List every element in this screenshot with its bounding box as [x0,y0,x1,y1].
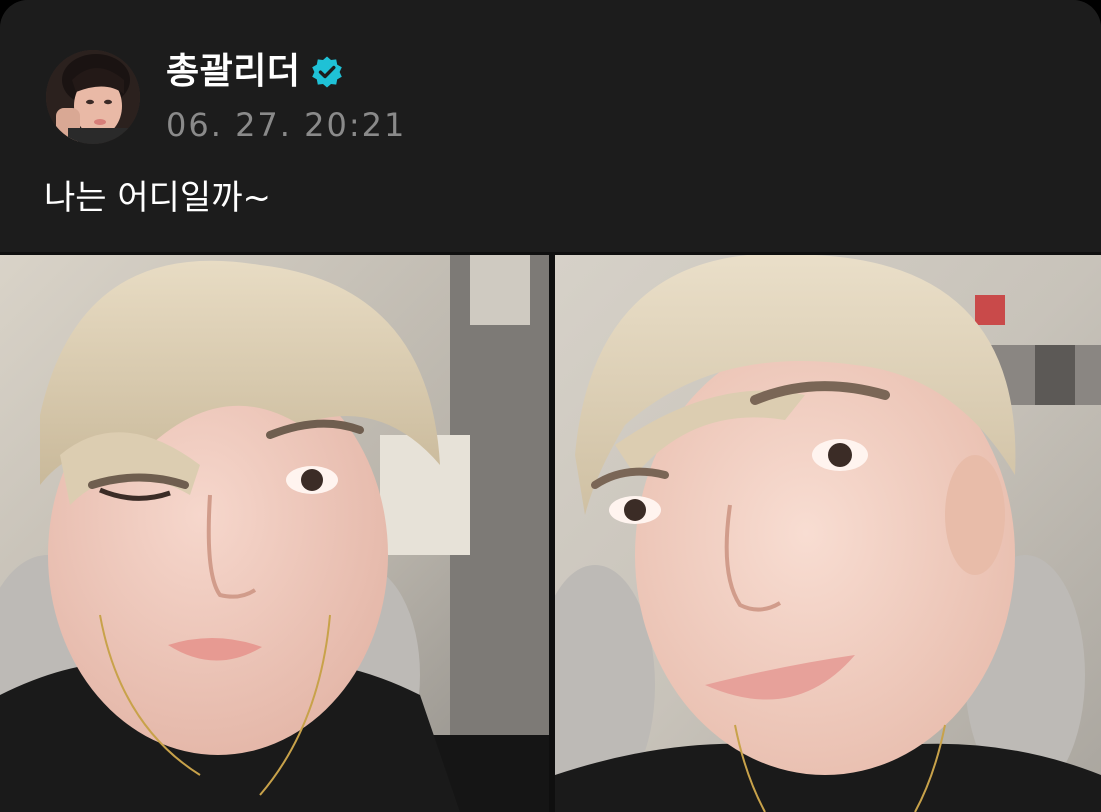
author-row: 총괄리더 [166,47,344,97]
post-header: 총괄리더 06. 27. 20:21 나는 어디일까~ [0,0,1101,252]
post-timestamp: 06. 27. 20:21 [166,106,407,144]
post-card: 총괄리더 06. 27. 20:21 나는 어디일까~ [0,0,1101,812]
selfie-photo-1[interactable] [0,255,549,812]
post-text: 나는 어디일까~ [44,178,271,218]
verified-badge-icon [312,56,343,88]
author-avatar[interactable] [46,50,140,144]
author-name[interactable]: 총괄리더 [166,47,300,97]
photo-image [555,255,1101,812]
photo-grid [0,252,1101,812]
selfie-photo-2[interactable] [555,255,1101,812]
photo-image [0,255,549,812]
avatar-image [46,50,140,144]
